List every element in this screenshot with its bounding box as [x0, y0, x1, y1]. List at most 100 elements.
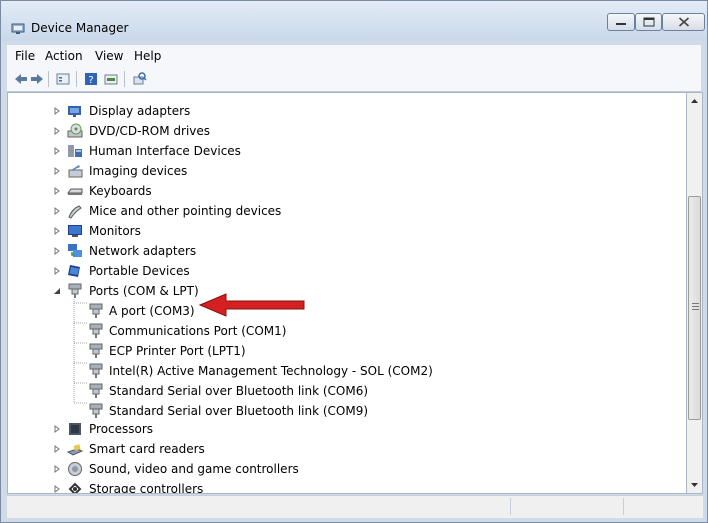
minimize-button[interactable]	[607, 13, 635, 31]
tree-item-smart-card-readers[interactable]: Smart card readers	[8, 439, 678, 459]
port-icon	[89, 343, 103, 358]
tree-item-label: Keyboards	[89, 184, 152, 198]
expand-arrow-icon[interactable]	[53, 141, 62, 161]
status-bar	[7, 495, 703, 518]
port-icon	[89, 303, 103, 318]
expand-arrow-icon[interactable]	[53, 201, 62, 221]
storage-controller-icon	[68, 482, 82, 493]
scan-hardware-icon[interactable]	[131, 71, 147, 87]
tree-item-display-adapters[interactable]: Display adapters	[8, 101, 678, 121]
vertical-scrollbar[interactable]	[686, 92, 703, 494]
expand-arrow-icon[interactable]	[53, 221, 62, 241]
grip-icon	[692, 303, 699, 310]
monitor-icon	[68, 225, 82, 237]
tree-item-label: ECP Printer Port (LPT1)	[109, 344, 246, 358]
tree-item-mice[interactable]: Mice and other pointing devices	[8, 201, 678, 221]
tree-item-storage-controllers[interactable]: Storage controllers	[8, 479, 678, 494]
tree-item-label: Smart card readers	[89, 442, 205, 456]
expand-arrow-icon[interactable]	[53, 181, 62, 201]
toolbar-separator	[76, 71, 77, 87]
collapse-arrow-icon[interactable]	[53, 281, 62, 301]
expand-arrow-icon[interactable]	[53, 121, 62, 141]
toolbar-separator	[124, 71, 125, 87]
tree-item-label: Human Interface Devices	[89, 144, 241, 158]
port-icon	[89, 403, 103, 418]
tree-item-label: Standard Serial over Bluetooth link (COM…	[109, 384, 369, 398]
display-adapter-icon	[68, 106, 81, 117]
tree-item-keyboards[interactable]: Keyboards	[8, 181, 678, 201]
update-driver-icon[interactable]	[103, 71, 119, 87]
status-bar-pane	[623, 498, 704, 515]
tree-item-imaging-devices[interactable]: Imaging devices	[8, 161, 678, 181]
back-icon[interactable]	[13, 71, 29, 87]
menu-action[interactable]: Action	[45, 49, 83, 63]
expand-arrow-icon[interactable]	[53, 161, 62, 181]
tree-item-port-com6[interactable]: Standard Serial over Bluetooth link (COM…	[8, 381, 678, 401]
tree-item-label: Portable Devices	[89, 264, 190, 278]
minimize-icon	[616, 23, 626, 25]
tree-item-dvd-drives[interactable]: DVD/CD-ROM drives	[8, 121, 678, 141]
network-adapter-icon	[68, 244, 82, 257]
expand-arrow-icon[interactable]	[53, 439, 62, 459]
tree-item-label: Mice and other pointing devices	[89, 204, 282, 218]
expand-arrow-icon[interactable]	[53, 459, 62, 479]
tree-item-processors[interactable]: Processors	[8, 419, 678, 439]
scroll-up-icon[interactable]	[687, 93, 702, 110]
maximize-icon	[643, 17, 654, 27]
tree-item-label: Monitors	[89, 224, 141, 238]
window-title: Device Manager	[31, 21, 129, 35]
maximize-button[interactable]	[635, 13, 662, 31]
tree-item-label: A port (COM3)	[109, 304, 195, 318]
mouse-icon	[68, 205, 82, 219]
scrollbar-thumb[interactable]	[688, 196, 701, 420]
tree-item-label: Imaging devices	[89, 164, 188, 178]
title-bar[interactable]: Device Manager	[1, 1, 707, 41]
expand-arrow-icon[interactable]	[53, 479, 62, 494]
toolbar: ?	[7, 67, 701, 92]
tree-item-monitors[interactable]: Monitors	[8, 221, 678, 241]
scroll-down-icon[interactable]	[687, 476, 702, 493]
help-icon[interactable]: ?	[83, 71, 99, 87]
processor-icon	[69, 423, 81, 435]
tree-item-label: Sound, video and game controllers	[89, 462, 299, 476]
smart-card-icon	[67, 444, 83, 456]
status-bar-pane	[510, 498, 624, 515]
tree-item-label: Storage controllers	[89, 482, 204, 494]
dvd-drive-icon	[67, 123, 83, 138]
port-icon	[89, 383, 103, 398]
properties-icon[interactable]	[55, 71, 71, 87]
tree-item-label: Network adapters	[89, 244, 197, 258]
expand-arrow-icon[interactable]	[53, 419, 62, 439]
port-icon	[89, 363, 103, 378]
toolbar-separator	[48, 71, 49, 87]
menu-file[interactable]: File	[15, 49, 35, 63]
device-manager-icon	[11, 23, 25, 34]
hid-icon	[68, 145, 82, 157]
tree-item-human-interface-devices[interactable]: Human Interface Devices	[8, 141, 678, 161]
menu-help[interactable]: Help	[134, 49, 161, 63]
tree-item-label: Display adapters	[89, 104, 191, 118]
expand-arrow-icon[interactable]	[53, 261, 62, 281]
annotation-arrow-icon	[198, 293, 305, 317]
expand-arrow-icon[interactable]	[53, 241, 62, 261]
tree-item-port-com2[interactable]: Intel(R) Active Management Technology - …	[8, 361, 678, 381]
tree-item-network-adapters[interactable]: Network adapters	[8, 241, 678, 261]
expand-arrow-icon[interactable]	[53, 101, 62, 121]
forward-icon[interactable]	[29, 71, 45, 87]
device-tree[interactable]: Display adapters DVD/CD-ROM drives Human…	[7, 92, 686, 494]
tree-item-port-com1[interactable]: Communications Port (COM1)	[8, 321, 678, 341]
tree-item-ports[interactable]: Ports (COM & LPT)	[8, 281, 678, 301]
port-icon	[89, 323, 103, 338]
menu-view[interactable]: View	[95, 49, 123, 63]
tree-item-port-com3[interactable]: A port (COM3)	[8, 301, 678, 321]
close-button[interactable]	[662, 13, 705, 31]
tree-item-label: Intel(R) Active Management Technology - …	[109, 364, 433, 378]
tree-item-sound-video-game[interactable]: Sound, video and game controllers	[8, 459, 678, 479]
device-manager-window: Device Manager File Action View Help ? D…	[0, 0, 708, 523]
tree-item-portable-devices[interactable]: Portable Devices	[8, 261, 678, 281]
tree-item-label: Standard Serial over Bluetooth link (COM…	[109, 404, 369, 418]
sound-icon	[68, 462, 82, 476]
tree-item-port-com9[interactable]: Standard Serial over Bluetooth link (COM…	[8, 401, 678, 421]
port-icon	[68, 283, 82, 298]
tree-item-port-lpt1[interactable]: ECP Printer Port (LPT1)	[8, 341, 678, 361]
